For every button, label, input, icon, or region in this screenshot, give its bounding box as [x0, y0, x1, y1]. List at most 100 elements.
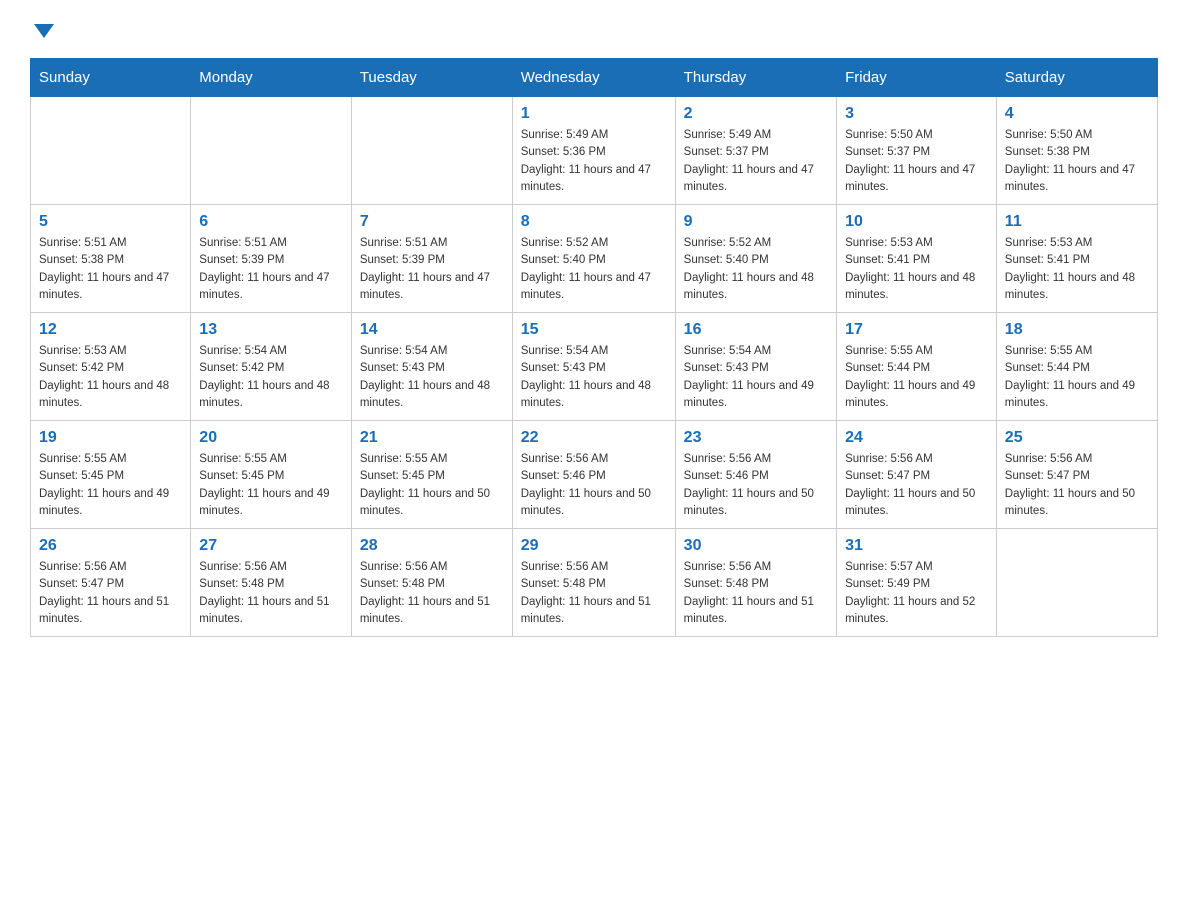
- calendar-cell: 3 Sunrise: 5:50 AM Sunset: 5:37 PM Daylig…: [837, 97, 997, 205]
- calendar-week-row: 12 Sunrise: 5:53 AM Sunset: 5:42 PM Dayli…: [31, 313, 1158, 421]
- day-info: Sunrise: 5:55 AM Sunset: 5:45 PM Dayligh…: [199, 451, 343, 520]
- day-info: Sunrise: 5:56 AM Sunset: 5:48 PM Dayligh…: [684, 559, 828, 628]
- day-info: Sunrise: 5:56 AM Sunset: 5:46 PM Dayligh…: [521, 451, 667, 520]
- header-saturday: Saturday: [996, 59, 1157, 97]
- day-info: Sunrise: 5:57 AM Sunset: 5:49 PM Dayligh…: [845, 559, 988, 628]
- day-info: Sunrise: 5:53 AM Sunset: 5:41 PM Dayligh…: [1005, 235, 1149, 304]
- day-info: Sunrise: 5:52 AM Sunset: 5:40 PM Dayligh…: [684, 235, 828, 304]
- day-number: 14: [360, 321, 504, 339]
- day-info: Sunrise: 5:56 AM Sunset: 5:47 PM Dayligh…: [1005, 451, 1149, 520]
- calendar-cell: 5 Sunrise: 5:51 AM Sunset: 5:38 PM Daylig…: [31, 205, 191, 313]
- calendar-cell: 19 Sunrise: 5:55 AM Sunset: 5:45 PM Dayli…: [31, 421, 191, 529]
- calendar-cell: 21 Sunrise: 5:55 AM Sunset: 5:45 PM Dayli…: [351, 421, 512, 529]
- calendar-cell: 20Sunrise: 5:55 AM Sunset: 5:45 PM Dayli…: [191, 421, 352, 529]
- calendar-cell: 17Sunrise: 5:55 AM Sunset: 5:44 PM Dayli…: [837, 313, 997, 421]
- day-number: 29: [521, 537, 667, 555]
- day-number: 1: [521, 105, 667, 123]
- calendar-week-row: 1 Sunrise: 5:49 AM Sunset: 5:36 PM Daylig…: [31, 97, 1158, 205]
- day-number: 13: [199, 321, 343, 339]
- day-info: Sunrise: 5:56 AM Sunset: 5:47 PM Dayligh…: [845, 451, 988, 520]
- day-info: Sunrise: 5:49 AM Sunset: 5:36 PM Dayligh…: [521, 127, 667, 196]
- day-number: 17: [845, 321, 988, 339]
- day-number: 24: [845, 429, 988, 447]
- logo: [30, 20, 54, 38]
- calendar-cell: 8Sunrise: 5:52 AM Sunset: 5:40 PM Daylig…: [512, 205, 675, 313]
- day-number: 8: [521, 213, 667, 231]
- header-sunday: Sunday: [31, 59, 191, 97]
- day-number: 27: [199, 537, 343, 555]
- day-number: 9: [684, 213, 828, 231]
- calendar-week-row: 5 Sunrise: 5:51 AM Sunset: 5:38 PM Daylig…: [31, 205, 1158, 313]
- calendar-cell: 13 Sunrise: 5:54 AM Sunset: 5:42 PM Dayli…: [191, 313, 352, 421]
- day-number: 31: [845, 537, 988, 555]
- calendar-cell: 18Sunrise: 5:55 AM Sunset: 5:44 PM Dayli…: [996, 313, 1157, 421]
- header-wednesday: Wednesday: [512, 59, 675, 97]
- header-tuesday: Tuesday: [351, 59, 512, 97]
- day-info: Sunrise: 5:50 AM Sunset: 5:38 PM Dayligh…: [1005, 127, 1149, 196]
- day-info: Sunrise: 5:50 AM Sunset: 5:37 PM Dayligh…: [845, 127, 988, 196]
- calendar-cell: 4 Sunrise: 5:50 AM Sunset: 5:38 PM Daylig…: [996, 97, 1157, 205]
- day-info: Sunrise: 5:55 AM Sunset: 5:45 PM Dayligh…: [360, 451, 504, 520]
- day-number: 19: [39, 429, 182, 447]
- day-info: Sunrise: 5:51 AM Sunset: 5:38 PM Dayligh…: [39, 235, 182, 304]
- calendar-cell: [996, 529, 1157, 637]
- day-number: 6: [199, 213, 343, 231]
- calendar-cell: [31, 97, 191, 205]
- calendar-cell: 26 Sunrise: 5:56 AM Sunset: 5:47 PM Dayli…: [31, 529, 191, 637]
- calendar-cell: 23Sunrise: 5:56 AM Sunset: 5:46 PM Dayli…: [675, 421, 836, 529]
- day-info: Sunrise: 5:56 AM Sunset: 5:48 PM Dayligh…: [360, 559, 504, 628]
- day-number: 4: [1005, 105, 1149, 123]
- day-number: 2: [684, 105, 828, 123]
- day-info: Sunrise: 5:54 AM Sunset: 5:43 PM Dayligh…: [684, 343, 828, 412]
- calendar-cell: 10Sunrise: 5:53 AM Sunset: 5:41 PM Dayli…: [837, 205, 997, 313]
- calendar-cell: 6Sunrise: 5:51 AM Sunset: 5:39 PM Daylig…: [191, 205, 352, 313]
- calendar-cell: 27Sunrise: 5:56 AM Sunset: 5:48 PM Dayli…: [191, 529, 352, 637]
- calendar-cell: 29 Sunrise: 5:56 AM Sunset: 5:48 PM Dayli…: [512, 529, 675, 637]
- day-number: 15: [521, 321, 667, 339]
- day-info: Sunrise: 5:54 AM Sunset: 5:42 PM Dayligh…: [199, 343, 343, 412]
- day-number: 11: [1005, 213, 1149, 231]
- calendar-cell: 11 Sunrise: 5:53 AM Sunset: 5:41 PM Dayli…: [996, 205, 1157, 313]
- day-number: 5: [39, 213, 182, 231]
- day-number: 26: [39, 537, 182, 555]
- calendar-cell: 16Sunrise: 5:54 AM Sunset: 5:43 PM Dayli…: [675, 313, 836, 421]
- header-monday: Monday: [191, 59, 352, 97]
- calendar-week-row: 19 Sunrise: 5:55 AM Sunset: 5:45 PM Dayli…: [31, 421, 1158, 529]
- calendar-cell: 22Sunrise: 5:56 AM Sunset: 5:46 PM Dayli…: [512, 421, 675, 529]
- day-info: Sunrise: 5:49 AM Sunset: 5:37 PM Dayligh…: [684, 127, 828, 196]
- day-info: Sunrise: 5:56 AM Sunset: 5:48 PM Dayligh…: [521, 559, 667, 628]
- day-number: 7: [360, 213, 504, 231]
- day-number: 12: [39, 321, 182, 339]
- calendar-week-row: 26 Sunrise: 5:56 AM Sunset: 5:47 PM Dayli…: [31, 529, 1158, 637]
- day-info: Sunrise: 5:55 AM Sunset: 5:44 PM Dayligh…: [1005, 343, 1149, 412]
- calendar-table: Sunday Monday Tuesday Wednesday Thursday…: [30, 58, 1158, 637]
- page-header: [30, 20, 1158, 38]
- calendar-cell: [351, 97, 512, 205]
- calendar-cell: 1 Sunrise: 5:49 AM Sunset: 5:36 PM Daylig…: [512, 97, 675, 205]
- calendar-cell: [191, 97, 352, 205]
- day-number: 30: [684, 537, 828, 555]
- day-info: Sunrise: 5:56 AM Sunset: 5:47 PM Dayligh…: [39, 559, 182, 628]
- day-info: Sunrise: 5:53 AM Sunset: 5:42 PM Dayligh…: [39, 343, 182, 412]
- day-info: Sunrise: 5:55 AM Sunset: 5:45 PM Dayligh…: [39, 451, 182, 520]
- day-number: 28: [360, 537, 504, 555]
- calendar-cell: 24 Sunrise: 5:56 AM Sunset: 5:47 PM Dayli…: [837, 421, 997, 529]
- calendar-cell: 28 Sunrise: 5:56 AM Sunset: 5:48 PM Dayli…: [351, 529, 512, 637]
- day-number: 10: [845, 213, 988, 231]
- header-friday: Friday: [837, 59, 997, 97]
- calendar-header-row: Sunday Monday Tuesday Wednesday Thursday…: [31, 59, 1158, 97]
- day-number: 25: [1005, 429, 1149, 447]
- day-info: Sunrise: 5:51 AM Sunset: 5:39 PM Dayligh…: [360, 235, 504, 304]
- day-number: 3: [845, 105, 988, 123]
- calendar-cell: 30 Sunrise: 5:56 AM Sunset: 5:48 PM Dayli…: [675, 529, 836, 637]
- day-number: 21: [360, 429, 504, 447]
- logo-arrow-icon: [34, 24, 54, 38]
- calendar-cell: 31 Sunrise: 5:57 AM Sunset: 5:49 PM Dayli…: [837, 529, 997, 637]
- calendar-cell: 9 Sunrise: 5:52 AM Sunset: 5:40 PM Daylig…: [675, 205, 836, 313]
- day-info: Sunrise: 5:54 AM Sunset: 5:43 PM Dayligh…: [360, 343, 504, 412]
- calendar-cell: 25 Sunrise: 5:56 AM Sunset: 5:47 PM Dayli…: [996, 421, 1157, 529]
- day-number: 23: [684, 429, 828, 447]
- header-thursday: Thursday: [675, 59, 836, 97]
- calendar-cell: 14 Sunrise: 5:54 AM Sunset: 5:43 PM Dayli…: [351, 313, 512, 421]
- calendar-cell: 12 Sunrise: 5:53 AM Sunset: 5:42 PM Dayli…: [31, 313, 191, 421]
